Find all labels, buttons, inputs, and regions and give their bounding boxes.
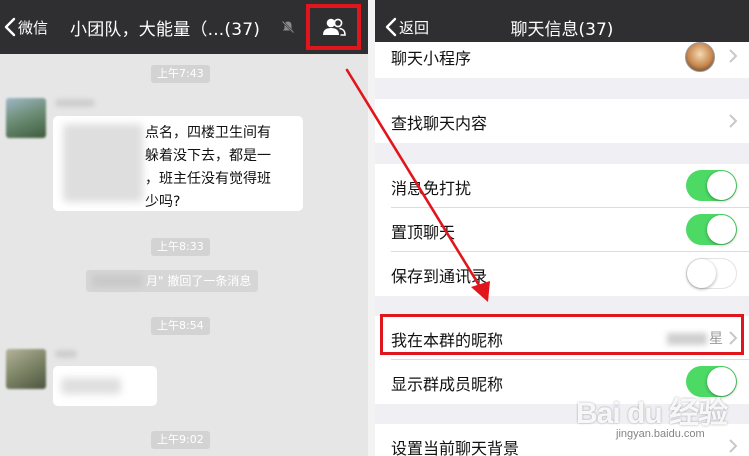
baidu-watermark: Bai du 经验 jingyan.baidu.com [576, 388, 744, 450]
watermark-logo: Bai du 经验 [576, 397, 728, 430]
watermark-url: jingyan.baidu.com [616, 428, 705, 440]
